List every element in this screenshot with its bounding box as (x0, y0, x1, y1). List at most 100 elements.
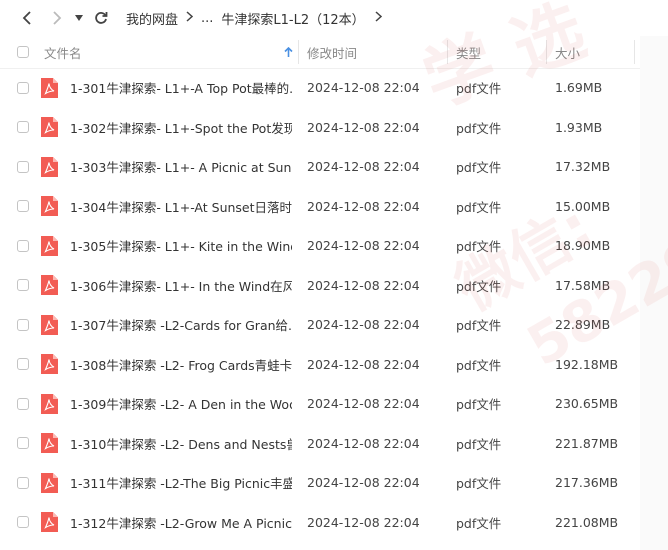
history-dropdown-button[interactable] (72, 5, 86, 31)
chevron-right-icon[interactable] (375, 10, 382, 26)
file-name[interactable]: 1-307牛津探索 -L2-Cards for Gran给... (70, 305, 292, 345)
file-row[interactable]: 1-311牛津探索 -L2-The Big Picnic丰盛... 2024-1… (0, 463, 640, 503)
file-size: 17.58MB (555, 277, 611, 293)
row-checkbox[interactable] (17, 226, 29, 266)
scrollbar[interactable] (640, 36, 668, 550)
file-type: pdf文件 (456, 515, 502, 531)
file-name[interactable]: 1-303牛津探索- L1+- A Picnic at Suns... (70, 147, 292, 187)
file-modified: 2024-12-08 22:04 (307, 514, 420, 530)
column-divider[interactable] (634, 40, 635, 64)
row-checkbox[interactable] (17, 305, 29, 345)
row-checkbox[interactable] (17, 266, 29, 306)
file-size: 1.93MB (555, 119, 603, 135)
row-checkbox[interactable] (17, 147, 29, 187)
sort-asc-icon[interactable] (284, 36, 293, 68)
column-header-size[interactable]: 大小 (555, 36, 580, 68)
pdf-icon (41, 266, 58, 306)
pdf-icon (41, 384, 58, 424)
file-modified: 2024-12-08 22:04 (307, 198, 420, 214)
breadcrumb-root[interactable]: 我的网盘 (126, 9, 178, 28)
back-button[interactable] (14, 5, 40, 31)
file-type: pdf文件 (456, 397, 502, 413)
file-modified: 2024-12-08 22:04 (307, 356, 420, 372)
file-list-header: 文件名 修改时间 类型 大小 (0, 36, 640, 69)
file-type: pdf文件 (456, 318, 502, 334)
row-checkbox[interactable] (17, 424, 29, 464)
file-type: pdf文件 (456, 436, 502, 452)
file-type: pdf文件 (456, 81, 502, 97)
row-checkbox[interactable] (17, 68, 29, 108)
column-header-modified[interactable]: 修改时间 (307, 36, 357, 68)
file-name[interactable]: 1-311牛津探索 -L2-The Big Picnic丰盛... (70, 463, 292, 503)
column-divider[interactable] (298, 40, 299, 64)
row-checkbox[interactable] (17, 345, 29, 385)
file-size: 18.90MB (555, 238, 611, 254)
row-checkbox[interactable] (17, 187, 29, 227)
file-modified: 2024-12-08 22:04 (307, 238, 420, 254)
breadcrumb-ellipsis[interactable]: ... (201, 11, 213, 26)
column-divider[interactable] (447, 40, 448, 64)
file-modified: 2024-12-08 22:04 (307, 317, 420, 333)
file-type: pdf文件 (456, 160, 502, 176)
pdf-icon (41, 187, 58, 227)
file-type: pdf文件 (456, 476, 502, 492)
pdf-icon (41, 147, 58, 187)
file-type: pdf文件 (456, 239, 502, 255)
toolbar: 我的网盘 ... 牛津探索L1-L2（12本） (0, 0, 668, 36)
file-name[interactable]: 1-312牛津探索 -L2-Grow Me A Picnic... (70, 503, 292, 543)
pdf-icon (41, 226, 58, 266)
file-row[interactable]: 1-307牛津探索 -L2-Cards for Gran给... 2024-12… (0, 305, 640, 345)
file-modified: 2024-12-08 22:04 (307, 159, 420, 175)
row-checkbox[interactable] (17, 503, 29, 543)
file-type: pdf文件 (456, 120, 502, 136)
row-checkbox[interactable] (17, 108, 29, 148)
file-name[interactable]: 1-308牛津探索 -L2- Frog Cards青蛙卡... (70, 345, 292, 385)
file-name[interactable]: 1-306牛津探索- L1+- In the Wind在风... (70, 266, 292, 306)
file-name[interactable]: 1-304牛津探索- L1+-At Sunset日落时... (70, 187, 292, 227)
refresh-icon (95, 12, 108, 24)
pdf-icon (41, 108, 58, 148)
pdf-icon (41, 463, 58, 503)
file-modified: 2024-12-08 22:04 (307, 119, 420, 135)
file-name[interactable]: 1-309牛津探索 -L2- A Den in the Woo... (70, 384, 292, 424)
breadcrumb-current[interactable]: 牛津探索L1-L2（12本） (221, 9, 364, 28)
file-name[interactable]: 1-302牛津探索- L1+-Spot the Pot发现... (70, 108, 292, 148)
column-header-name[interactable]: 文件名 (44, 36, 82, 68)
file-name[interactable]: 1-310牛津探索 -L2- Dens and Nests兽... (70, 424, 292, 464)
file-modified: 2024-12-08 22:04 (307, 435, 420, 451)
file-name[interactable]: 1-305牛津探索- L1+- Kite in the Wind... (70, 226, 292, 266)
breadcrumb: 我的网盘 ... 牛津探索L1-L2（12本） (126, 9, 390, 28)
file-row[interactable]: 1-309牛津探索 -L2- A Den in the Woo... 2024-… (0, 384, 640, 424)
column-divider[interactable] (546, 40, 547, 64)
file-row[interactable]: 1-302牛津探索- L1+-Spot the Pot发现... 2024-12… (0, 108, 640, 148)
file-modified: 2024-12-08 22:04 (307, 475, 420, 491)
file-size: 22.89MB (555, 317, 611, 333)
pdf-icon (41, 424, 58, 464)
file-row[interactable]: 1-305牛津探索- L1+- Kite in the Wind... 2024… (0, 226, 640, 266)
file-size: 1.69MB (555, 80, 603, 96)
file-row[interactable]: 1-306牛津探索- L1+- In the Wind在风... 2024-12… (0, 266, 640, 306)
file-row[interactable]: 1-303牛津探索- L1+- A Picnic at Suns... 2024… (0, 147, 640, 187)
column-header-type[interactable]: 类型 (456, 36, 481, 68)
pdf-icon (41, 503, 58, 543)
row-checkbox[interactable] (17, 384, 29, 424)
pdf-icon (41, 345, 58, 385)
chevron-right-icon (53, 11, 62, 25)
file-modified: 2024-12-08 22:04 (307, 396, 420, 412)
file-size: 17.32MB (555, 159, 611, 175)
forward-button[interactable] (44, 5, 70, 31)
file-size: 192.18MB (555, 356, 619, 372)
select-all-checkbox[interactable] (17, 36, 29, 68)
file-name[interactable]: 1-301牛津探索- L1+-A Top Pot最棒的... (70, 68, 292, 108)
file-modified: 2024-12-08 22:04 (307, 277, 420, 293)
file-row[interactable]: 1-308牛津探索 -L2- Frog Cards青蛙卡... 2024-12-… (0, 345, 640, 385)
pdf-icon (41, 305, 58, 345)
refresh-button[interactable] (88, 5, 114, 31)
file-row[interactable]: 1-312牛津探索 -L2-Grow Me A Picnic... 2024-1… (0, 503, 640, 543)
chevron-left-icon (22, 11, 31, 25)
file-row[interactable]: 1-304牛津探索- L1+-At Sunset日落时... 2024-12-0… (0, 187, 640, 227)
file-row[interactable]: 1-310牛津探索 -L2- Dens and Nests兽... 2024-1… (0, 424, 640, 464)
file-row[interactable]: 1-301牛津探索- L1+-A Top Pot最棒的... 2024-12-0… (0, 68, 640, 108)
chevron-right-icon (186, 10, 194, 26)
row-checkbox[interactable] (17, 463, 29, 503)
